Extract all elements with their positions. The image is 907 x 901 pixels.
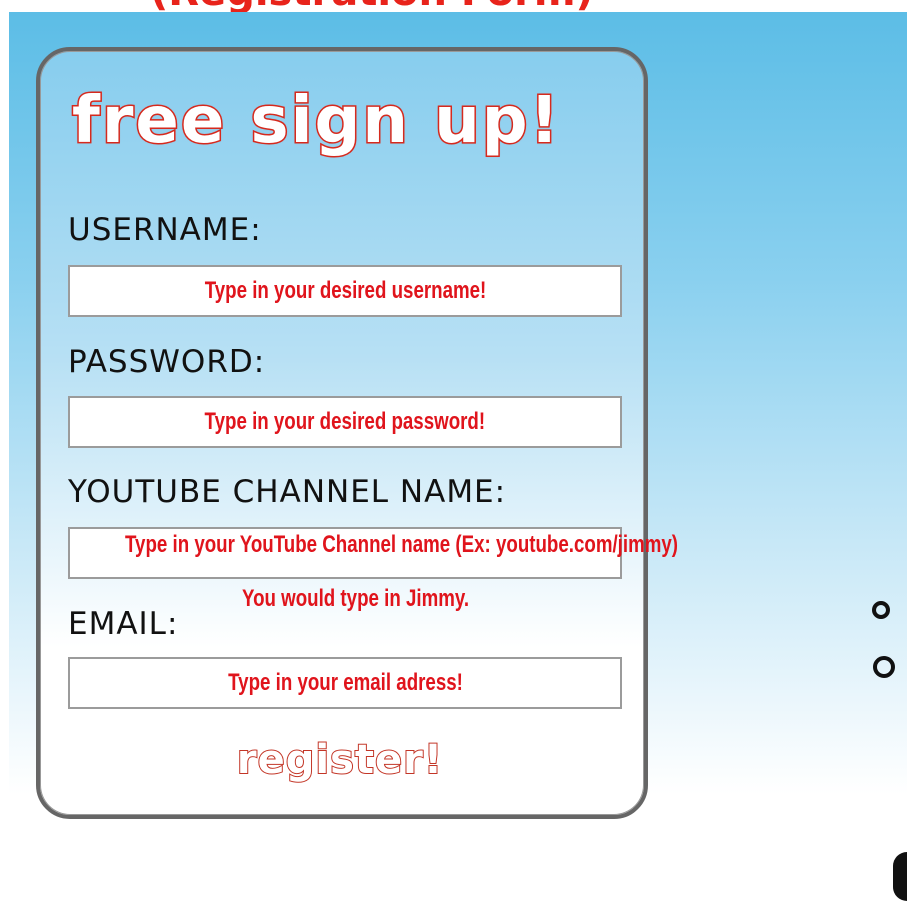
username-label: USERNAME: bbox=[68, 212, 262, 248]
top-caption: (Registration Form) bbox=[150, 0, 850, 12]
channel-placeholder: Type in your YouTube Channel name (Ex: y… bbox=[125, 531, 679, 558]
password-placeholder: Type in your desired password! bbox=[204, 408, 486, 435]
password-input[interactable]: Type in your desired password! bbox=[68, 396, 622, 448]
circle-icon bbox=[872, 601, 890, 619]
circle-icon bbox=[873, 656, 895, 678]
channel-note: You would type in Jimmy. bbox=[242, 585, 470, 612]
email-input[interactable]: Type in your email adress! bbox=[68, 657, 622, 709]
password-label: PASSWORD: bbox=[68, 344, 266, 380]
username-placeholder: Type in your desired username! bbox=[204, 277, 486, 304]
form-title: free sign up! bbox=[71, 83, 561, 160]
channel-label: YOUTUBE CHANNEL NAME: bbox=[68, 474, 507, 510]
username-input[interactable]: Type in your desired username! bbox=[68, 265, 622, 317]
dark-shape-icon bbox=[893, 852, 907, 901]
register-button[interactable]: register! bbox=[200, 730, 480, 790]
email-placeholder: Type in your email adress! bbox=[227, 669, 463, 696]
email-label: EMAIL: bbox=[68, 606, 179, 642]
